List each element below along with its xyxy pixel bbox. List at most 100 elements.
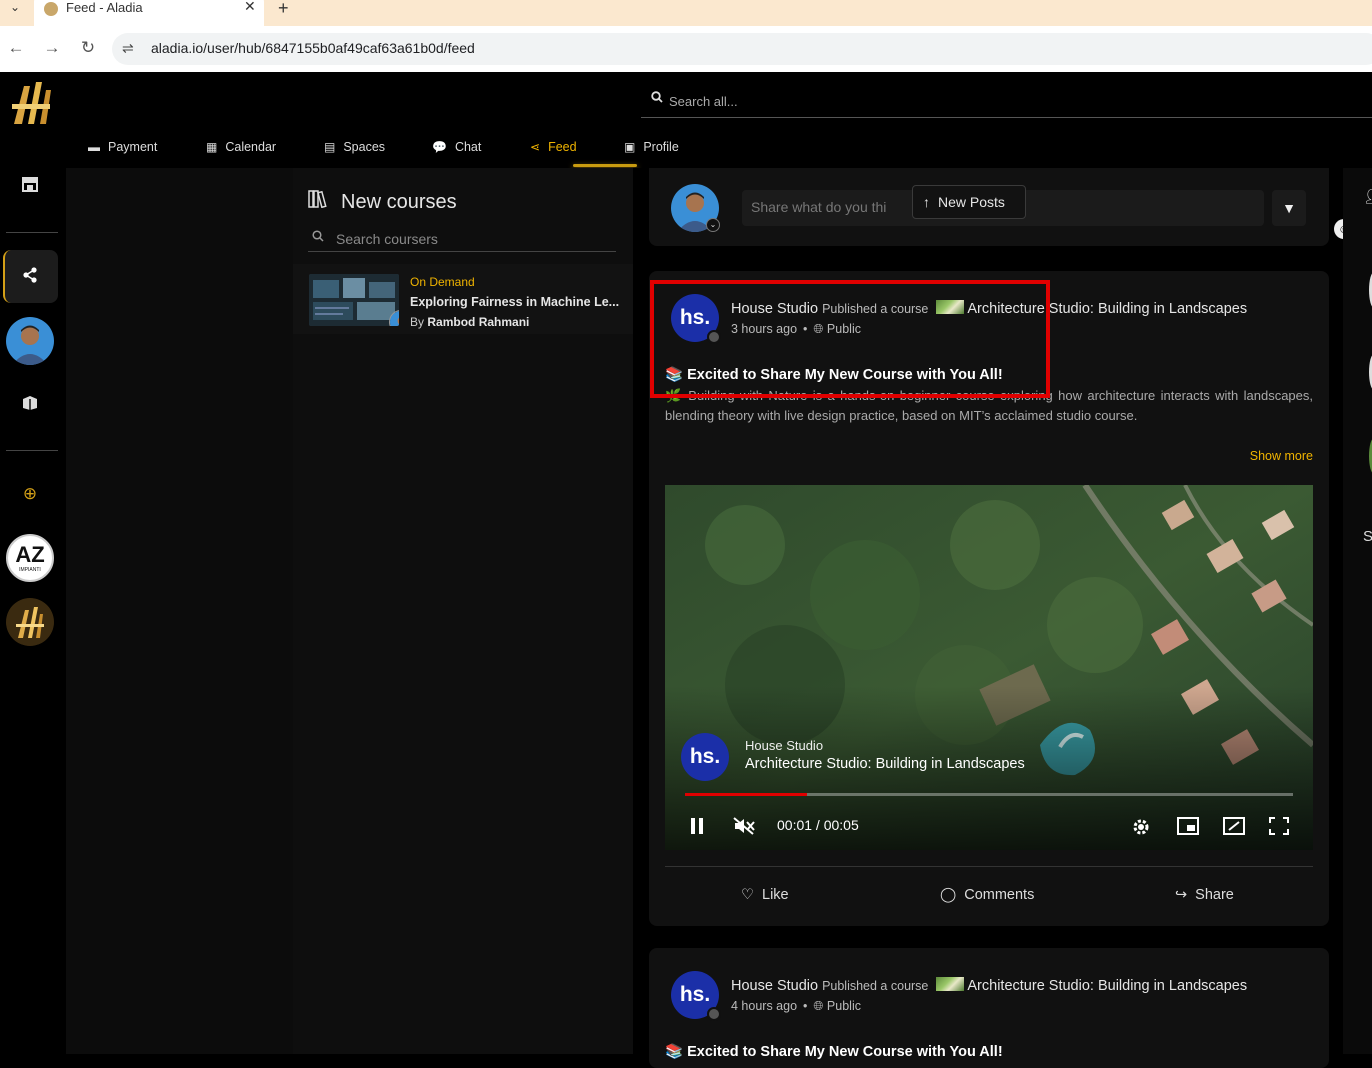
globe-icon: 🌐︎	[813, 322, 824, 336]
course-search[interactable]	[308, 226, 616, 252]
site-info-icon[interactable]: ⇌	[122, 40, 134, 57]
post-divider	[665, 866, 1313, 867]
show-more-link[interactable]: Show more	[1250, 449, 1313, 463]
tab-feed[interactable]: ⋖ Feed	[530, 140, 577, 164]
chat-icon: 💬	[432, 140, 447, 154]
video-time: 00:01 / 00:05	[777, 817, 859, 833]
tab-label: Profile	[643, 140, 679, 154]
new-tab-button[interactable]: +	[278, 0, 289, 19]
video-progress-fill	[685, 793, 807, 796]
feed-post: hs. House Studio Published a course Archit…	[649, 948, 1329, 1068]
tab-title: Feed - Aladia	[66, 0, 143, 15]
search-icon	[651, 91, 663, 106]
share-button[interactable]: ↪ Share	[1175, 887, 1234, 903]
app-root: ⊕ AZ IMPIANTI ▬ Payment ▦ Calendar ▤ Spaces…	[0, 72, 1372, 1068]
post-time: 4 hours ago	[731, 999, 798, 1013]
profile-card-icon: ▣	[624, 140, 636, 154]
browser-tab[interactable]: Feed - Aladia ✕	[34, 0, 264, 26]
payment-icon: ▬	[88, 140, 100, 154]
spaces-icon: ▤	[324, 140, 336, 154]
left-panel	[66, 168, 293, 1054]
post-author-name[interactable]: House Studio	[731, 978, 818, 994]
post-action-text: Published a course	[822, 302, 929, 316]
workspace-az-logo-text: AZ	[15, 542, 45, 567]
course-title[interactable]: Exploring Fairness in Machine Le...	[410, 295, 620, 309]
chevron-down-icon[interactable]: ⌄	[706, 218, 720, 232]
comments-button[interactable]: ◯ Comments	[940, 887, 1034, 903]
browser-address-bar: ← → ↻ ⇌ aladia.io/user/hub/6847155b0af49…	[0, 26, 1372, 72]
like-button[interactable]: ♡ Like	[741, 887, 789, 903]
back-icon[interactable]: ←	[6, 38, 26, 58]
store-icon[interactable]	[17, 174, 43, 200]
share-arrow-icon: ↪	[1175, 887, 1188, 903]
user-avatar[interactable]	[6, 317, 54, 365]
post-body: 🌿 Building with Nature is a hands-on beg…	[665, 388, 1313, 423]
post-action-text: Published a course	[822, 979, 929, 993]
video-author-name: House Studio	[745, 738, 824, 753]
feed-post: hs. House Studio Published a course Archit…	[649, 271, 1329, 926]
meta-separator: •	[803, 322, 808, 336]
post-author-name[interactable]: House Studio	[731, 301, 818, 317]
courses-icon[interactable]	[17, 392, 43, 418]
new-courses-heading: New courses	[308, 190, 457, 214]
post-headline: 📚 Excited to Share My New Course with Yo…	[665, 1044, 1003, 1060]
tab-close-icon[interactable]: ✕	[244, 0, 256, 15]
post-meta: 3 hours ago • 🌐︎ Public	[731, 322, 861, 337]
filter-icon: ▼	[1282, 200, 1296, 216]
search-input[interactable]	[669, 89, 1369, 113]
users-icon[interactable]: 👤︎	[1363, 188, 1372, 205]
tab-spaces[interactable]: ▤ Spaces	[324, 140, 385, 164]
url-text[interactable]: aladia.io/user/hub/6847155b0af49caf63a61…	[151, 40, 475, 56]
course-author[interactable]: Rambod Rahmani	[427, 315, 529, 329]
global-search[interactable]	[641, 84, 1372, 118]
filter-button[interactable]: ▼	[1272, 190, 1306, 226]
video-player[interactable]: hs. House Studio Architecture Studio: Bu…	[665, 485, 1313, 850]
post-course-link[interactable]: Architecture Studio: Building in Landsca…	[967, 301, 1247, 317]
rail-divider	[6, 232, 58, 233]
comment-icon: ◯	[940, 887, 957, 903]
new-posts-button[interactable]: ↑ New Posts	[912, 185, 1026, 219]
new-courses-panel: New courses On Demand Exploring Fairness…	[293, 168, 633, 1054]
right-panel-clipped: 👤︎ S	[1343, 168, 1372, 1054]
video-author-avatar[interactable]: hs.	[681, 733, 729, 781]
forward-icon[interactable]: →	[42, 38, 62, 58]
video-progress-bar[interactable]	[685, 793, 1293, 796]
post-author-avatar-text: hs.	[679, 983, 711, 1006]
comments-label: Comments	[964, 887, 1035, 903]
feed-column: ⌄ Share what do you thi ☺ ▼ ↑New Posts h…	[633, 168, 1354, 1068]
post-composer: ⌄ Share what do you thi ☺ ▼ ↑New Posts	[649, 168, 1354, 246]
meta-separator: •	[803, 999, 808, 1013]
reload-icon[interactable]: ↻	[78, 38, 98, 58]
post-visibility: Public	[826, 999, 861, 1013]
aladia-logo-icon[interactable]	[10, 80, 52, 126]
tab-label: Calendar	[225, 140, 277, 154]
share-nodes-icon[interactable]	[17, 264, 43, 290]
new-posts-label: New Posts	[938, 194, 1005, 210]
course-thumbnail	[309, 274, 399, 326]
post-author-avatar-text: hs.	[679, 306, 711, 329]
tab-calendar[interactable]: ▦ Calendar	[206, 140, 276, 164]
tab-chat[interactable]: 💬 Chat	[432, 140, 481, 164]
course-card[interactable]: On Demand Exploring Fairness in Machine …	[293, 264, 633, 334]
tab-search-chevron-icon[interactable]: ⌄	[4, 0, 26, 20]
course-author-prefix: By	[410, 315, 425, 329]
course-thumbnail-icon	[936, 300, 965, 314]
post-author-avatar[interactable]: hs.	[671, 294, 721, 344]
course-search-input[interactable]	[336, 229, 596, 249]
post-course-link[interactable]: Architecture Studio: Building in Landsca…	[967, 978, 1247, 994]
like-label: Like	[762, 887, 789, 903]
tab-favicon-icon	[44, 2, 58, 16]
search-icon	[312, 230, 324, 245]
course-thumbnail-icon	[936, 977, 965, 991]
post-header-line: House Studio Published a course Architectu…	[731, 300, 1247, 317]
video-title: Architecture Studio: Building in Landsca…	[745, 756, 1025, 772]
url-field[interactable]: ⇌ aladia.io/user/hub/6847155b0af49caf63a…	[112, 33, 1372, 65]
tab-profile[interactable]: ▣ Profile	[624, 140, 679, 164]
calendar-icon: ▦	[206, 140, 218, 154]
workspace-az-impianti[interactable]: AZ IMPIANTI	[6, 534, 54, 582]
post-author-avatar[interactable]: hs.	[671, 971, 721, 1021]
add-workspace-icon[interactable]: ⊕	[17, 481, 43, 507]
tab-payment[interactable]: ▬ Payment	[88, 140, 157, 164]
rail-divider	[6, 450, 58, 451]
workspace-aladia[interactable]	[6, 598, 54, 646]
